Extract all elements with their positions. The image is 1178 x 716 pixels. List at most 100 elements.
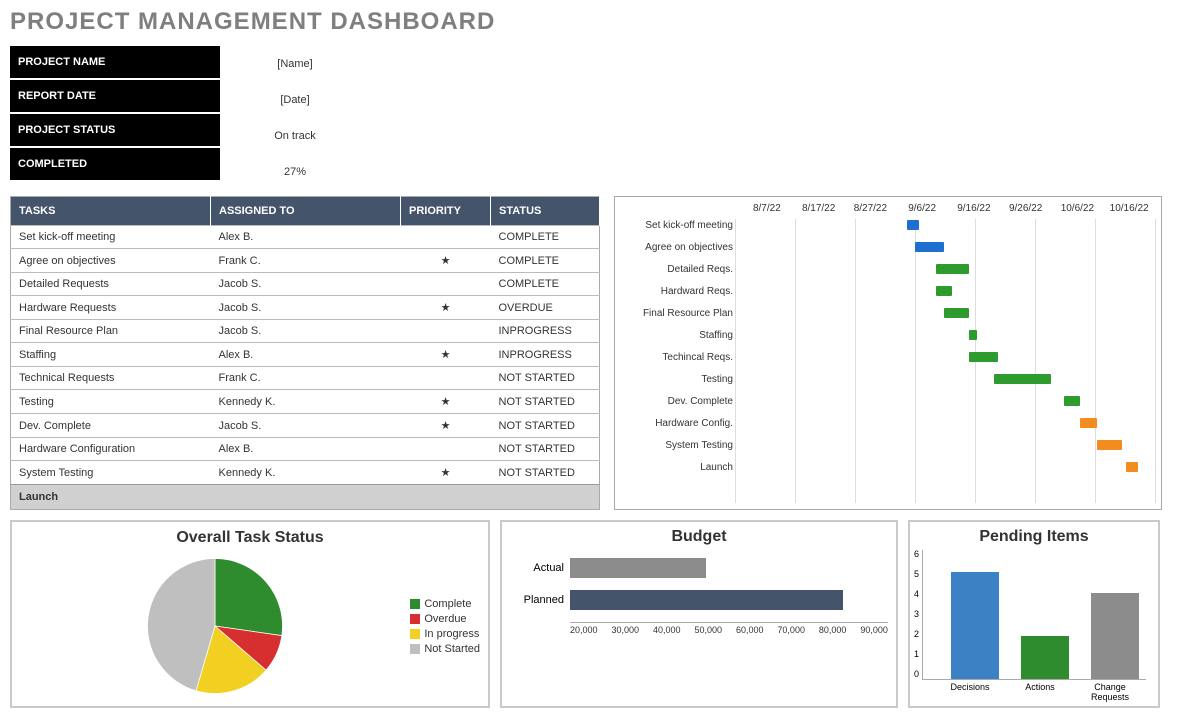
gantt-bar: [936, 286, 953, 296]
legend-label: Not Started: [424, 643, 480, 655]
cell-priority: [401, 273, 491, 296]
gantt-bar: [944, 308, 969, 318]
gantt-date: 8/17/22: [793, 203, 845, 214]
cell-priority: [401, 367, 491, 390]
gantt-row: Launch: [621, 456, 1155, 478]
cell-status: NOT STARTED: [491, 414, 600, 438]
meta-value-completed: 27%: [220, 154, 370, 190]
table-row[interactable]: Agree on objectives Frank C. ★ COMPLETE: [11, 249, 600, 273]
axis-tick: 40,000: [653, 625, 681, 635]
gantt-row: Hardward Reqs.: [621, 280, 1155, 302]
cell-assigned: Alex B.: [211, 226, 401, 249]
cell-priority: [401, 320, 491, 343]
gantt-label: System Testing: [621, 440, 741, 451]
table-row[interactable]: Set kick-off meeting Alex B. COMPLETE: [11, 226, 600, 249]
cell-priority: ★: [401, 343, 491, 367]
gantt-bar: [907, 220, 919, 230]
axis-tick: 4: [905, 590, 919, 599]
gantt-label: Testing: [621, 374, 741, 385]
gantt-bar: [1097, 440, 1122, 450]
legend-item: Not Started: [410, 643, 480, 655]
cell-task: Hardware Configuration: [11, 438, 211, 461]
gantt-date: 9/6/22: [896, 203, 948, 214]
gantt-label: Set kick-off meeting: [621, 220, 741, 231]
axis-tick: 1: [905, 650, 919, 659]
table-row[interactable]: Hardware Configuration Alex B. NOT START…: [11, 438, 600, 461]
cell-priority: ★: [401, 461, 491, 485]
axis-label: Actions: [1016, 682, 1064, 702]
table-row[interactable]: System Testing Kennedy K. ★ NOT STARTED: [11, 461, 600, 485]
table-row[interactable]: Staffing Alex B. ★ INPROGRESS: [11, 343, 600, 367]
cell-assigned: Alex B.: [211, 343, 401, 367]
gantt-bar: [915, 242, 944, 252]
cell-assigned: Jacob S.: [211, 320, 401, 343]
gantt-bar: [1080, 418, 1097, 428]
gantt-date: 8/27/22: [845, 203, 897, 214]
cell-task: Detailed Requests: [11, 273, 211, 296]
gantt-bar: [969, 352, 998, 362]
cell-priority: ★: [401, 296, 491, 320]
cell-status: NOT STARTED: [491, 438, 600, 461]
pie-panel: Overall Task Status CompleteOverdueIn pr…: [10, 520, 490, 708]
gantt-row: System Testing: [621, 434, 1155, 456]
table-row[interactable]: Technical Requests Frank C. NOT STARTED: [11, 367, 600, 390]
cell-assigned: Alex B.: [211, 438, 401, 461]
task-table: TASKS ASSIGNED TO PRIORITY STATUS Set ki…: [10, 196, 600, 510]
axis-tick: 90,000: [860, 625, 888, 635]
axis-tick: 20,000: [570, 625, 598, 635]
budget-title: Budget: [510, 528, 888, 546]
gantt-row: Agree on objectives: [621, 236, 1155, 258]
cell-task: Staffing: [11, 343, 211, 367]
gantt-row: Final Resource Plan: [621, 302, 1155, 324]
cell-task: Testing: [11, 390, 211, 414]
meta-value-status: On track: [220, 118, 370, 154]
cell-priority: ★: [401, 249, 491, 273]
table-row[interactable]: Hardware Requests Jacob S. ★ OVERDUE: [11, 296, 600, 320]
meta-label-date: REPORT DATE: [10, 80, 220, 114]
meta-label-completed: COMPLETED: [10, 148, 220, 182]
table-row[interactable]: Dev. Complete Jacob S. ★ NOT STARTED: [11, 414, 600, 438]
table-row[interactable]: Detailed Requests Jacob S. COMPLETE: [11, 273, 600, 296]
pending-bar: [1091, 593, 1139, 679]
cell-task: Agree on objectives: [11, 249, 211, 273]
gantt-label: Agree on objectives: [621, 242, 741, 253]
gantt-row: Set kick-off meeting: [621, 214, 1155, 236]
gantt-bar: [994, 374, 1052, 384]
axis-label: Change Requests: [1086, 682, 1134, 702]
cell-task: System Testing: [11, 461, 211, 485]
axis-tick: 5: [905, 570, 919, 579]
cell-assigned: Frank C.: [211, 249, 401, 273]
axis-tick: 6: [905, 550, 919, 559]
meta-value-name: [Name]: [220, 46, 370, 82]
gantt-date: 8/7/22: [741, 203, 793, 214]
table-row[interactable]: Testing Kennedy K. ★ NOT STARTED: [11, 390, 600, 414]
cell-task: Hardware Requests: [11, 296, 211, 320]
gantt-label: Launch: [621, 462, 741, 473]
meta-value-date: [Date]: [220, 82, 370, 118]
gantt-label: Dev. Complete: [621, 396, 741, 407]
cell-priority: ★: [401, 414, 491, 438]
budget-bar: [570, 558, 706, 578]
pie-title: Overall Task Status: [20, 529, 480, 547]
legend-label: Overdue: [424, 613, 466, 625]
cell-status: NOT STARTED: [491, 390, 600, 414]
cell-status: COMPLETE: [491, 249, 600, 273]
cell-status: NOT STARTED: [491, 461, 600, 485]
th-assigned: ASSIGNED TO: [211, 197, 401, 226]
budget-bar: [570, 590, 843, 610]
axis-tick: 50,000: [694, 625, 722, 635]
table-row[interactable]: Final Resource Plan Jacob S. INPROGRESS: [11, 320, 600, 343]
cell-assigned: Jacob S.: [211, 296, 401, 320]
cell-status: INPROGRESS: [491, 320, 600, 343]
th-task: TASKS: [11, 197, 211, 226]
gantt-label: Hardward Reqs.: [621, 286, 741, 297]
pie-chart: [140, 551, 290, 701]
axis-tick: 30,000: [611, 625, 639, 635]
pending-bar: [951, 572, 999, 680]
th-priority: PRIORITY: [401, 197, 491, 226]
axis-tick: 0: [905, 670, 919, 679]
legend-item: Overdue: [410, 613, 480, 625]
cell-task: Dev. Complete: [11, 414, 211, 438]
pending-bar: [1021, 636, 1069, 679]
meta-label-status: PROJECT STATUS: [10, 114, 220, 148]
